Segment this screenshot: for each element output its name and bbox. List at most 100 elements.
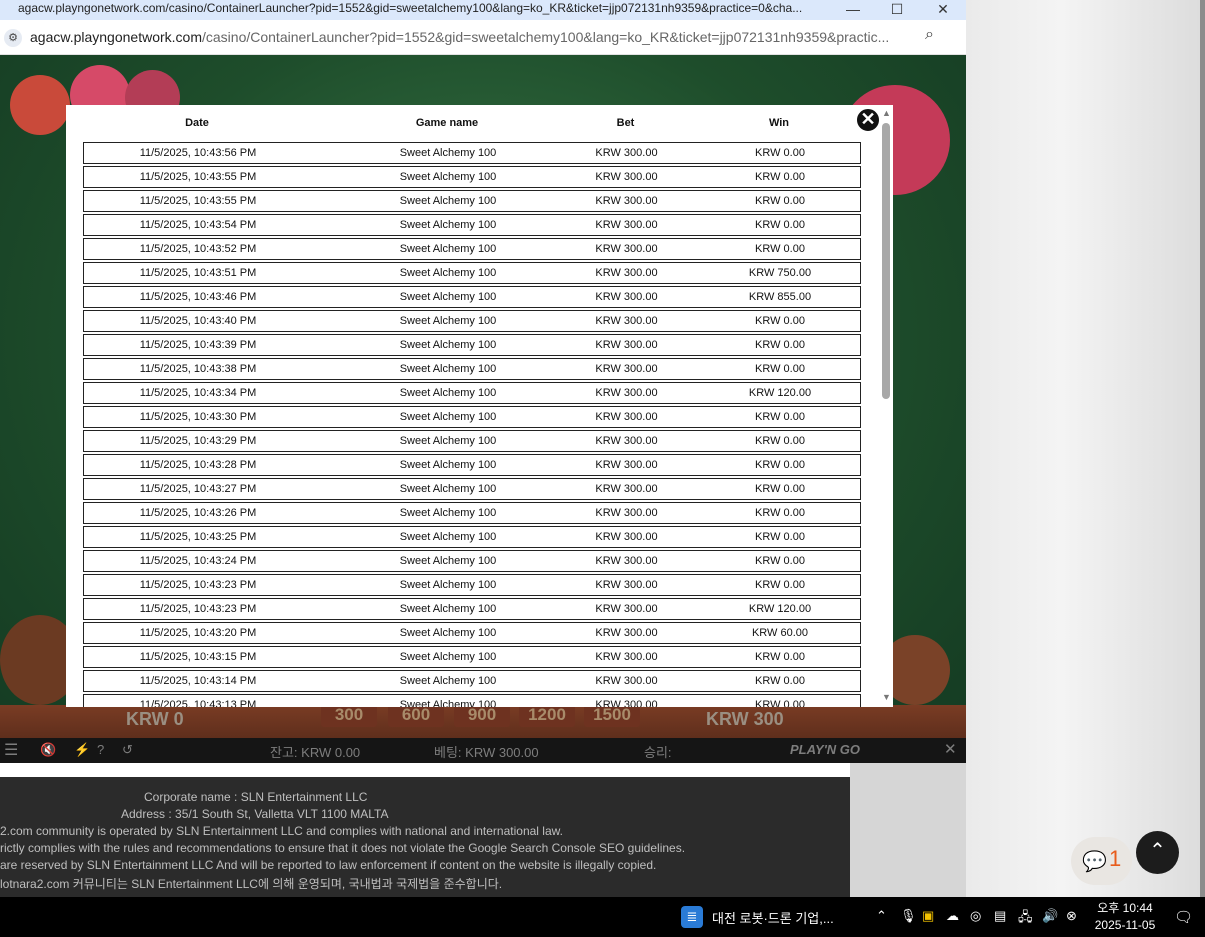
row-bet: KRW 300.00: [595, 579, 658, 591]
modal-scrollbar[interactable]: ▲ ▼: [880, 105, 893, 707]
row-game-name: Sweet Alchemy 100: [399, 363, 497, 375]
steam-icon[interactable]: ◎: [970, 908, 981, 924]
scroll-up-arrow[interactable]: ▲: [882, 108, 891, 118]
row-bet: KRW 300.00: [595, 219, 658, 231]
news-widget-text[interactable]: 대전 로봇·드론 기업,...: [712, 908, 834, 927]
window-titlebar: agacw.playngonetwork.com/casino/Containe…: [0, 0, 966, 20]
table-row: 11/5/2025, 10:43:52 PM Sweet Alchemy 100 K…: [83, 238, 861, 260]
scroll-to-top-button[interactable]: ⌃: [1136, 831, 1179, 874]
bet-option[interactable]: 1200: [519, 705, 575, 727]
header-bet: Bet: [616, 117, 635, 129]
site-footer: Corporate name : SLN Entertainment LLC A…: [0, 777, 850, 897]
table-row: 11/5/2025, 10:43:23 PM Sweet Alchemy 100 K…: [83, 574, 861, 596]
chevron-up-icon[interactable]: ⌃: [876, 908, 887, 924]
row-game-name: Sweet Alchemy 100: [399, 699, 497, 707]
game-close-button[interactable]: ✕: [944, 740, 957, 758]
app-tray-icon[interactable]: ▤: [994, 908, 1006, 924]
window-close-button[interactable]: ✕: [920, 0, 966, 20]
chat-icon: 💬: [1082, 851, 1107, 873]
zoom-icon[interactable]: ⌕: [925, 26, 934, 44]
footer-text: rictly complies with the rules and recom…: [0, 841, 686, 855]
row-date: 11/5/2025, 10:43:34 PM: [139, 387, 257, 399]
row-bet: KRW 300.00: [595, 483, 658, 495]
row-win: KRW 0.00: [755, 435, 805, 447]
url-text[interactable]: agacw.playngonetwork.com/casino/Containe…: [30, 29, 915, 45]
microphone-icon[interactable]: 🎙: [900, 908, 917, 924]
row-game-name: Sweet Alchemy 100: [399, 555, 497, 567]
notification-icon[interactable]: 🗨: [1174, 908, 1193, 926]
error-icon[interactable]: ⊗: [1066, 908, 1077, 924]
row-win: KRW 0.00: [755, 579, 805, 591]
row-bet: KRW 300.00: [595, 675, 658, 687]
row-bet: KRW 300.00: [595, 243, 658, 255]
row-date: 11/5/2025, 10:43:24 PM: [139, 555, 257, 567]
footer-address: Address : 35/1 South St, Valletta VLT 11…: [121, 807, 389, 821]
row-bet: KRW 300.00: [595, 651, 658, 663]
game-status-bar: ☰ 🔇 ⚡ ? ↺ 잔고: KRW 0.00 베팅: KRW 300.00 승리…: [0, 738, 966, 763]
row-date: 11/5/2025, 10:43:14 PM: [139, 675, 257, 687]
network-icon[interactable]: 🖧: [1018, 908, 1033, 930]
row-date: 11/5/2025, 10:43:55 PM: [139, 195, 257, 207]
row-game-name: Sweet Alchemy 100: [399, 147, 497, 159]
row-game-name: Sweet Alchemy 100: [399, 459, 497, 471]
header-game-name: Game name: [415, 117, 479, 129]
row-bet: KRW 300.00: [595, 459, 658, 471]
volume-icon[interactable]: 🔊: [1042, 908, 1058, 924]
row-win: KRW 0.00: [755, 243, 805, 255]
row-win: KRW 120.00: [748, 387, 812, 399]
row-date: 11/5/2025, 10:43:30 PM: [139, 411, 257, 423]
clock[interactable]: 오후 10:44 2025-11-05: [1090, 900, 1160, 934]
row-game-name: Sweet Alchemy 100: [399, 411, 497, 423]
table-row: 11/5/2025, 10:43:56 PM Sweet Alchemy 100 K…: [83, 142, 861, 164]
row-date: 11/5/2025, 10:43:23 PM: [139, 579, 257, 591]
history-rows: 11/5/2025, 10:43:56 PM Sweet Alchemy 100 K…: [83, 142, 861, 707]
bet-option[interactable]: 1500: [584, 705, 640, 727]
row-bet: KRW 300.00: [595, 195, 658, 207]
address-bar[interactable]: ⚙ agacw.playngonetwork.com/casino/Contai…: [0, 20, 966, 55]
bet-option[interactable]: 900: [454, 705, 510, 727]
row-game-name: Sweet Alchemy 100: [399, 603, 497, 615]
window-title: agacw.playngonetwork.com/casino/Containe…: [18, 1, 803, 15]
row-date: 11/5/2025, 10:43:25 PM: [139, 531, 257, 543]
table-row: 11/5/2025, 10:43:24 PM Sweet Alchemy 100 K…: [83, 550, 861, 572]
window-edge: [1200, 0, 1205, 897]
header-date: Date: [185, 117, 209, 129]
row-win: KRW 0.00: [755, 147, 805, 159]
row-game-name: Sweet Alchemy 100: [399, 579, 497, 591]
news-icon[interactable]: ≣: [681, 906, 703, 928]
footer-text: lotnara2.com 커뮤니티는 SLN Entertainment LLC…: [0, 877, 503, 891]
table-row: 11/5/2025, 10:43:34 PM Sweet Alchemy 100 K…: [83, 382, 861, 404]
help-icon[interactable]: ?: [97, 742, 104, 757]
row-win: KRW 120.00: [748, 603, 812, 615]
row-date: 11/5/2025, 10:43:54 PM: [139, 219, 257, 231]
row-win: KRW 0.00: [755, 339, 805, 351]
maximize-button[interactable]: ☐: [874, 0, 920, 20]
win-amount: KRW 0: [126, 709, 184, 729]
scroll-thumb[interactable]: [882, 123, 890, 399]
footer-text: 2.com community is operated by SLN Enter…: [0, 824, 563, 838]
cloud-icon[interactable]: ☁: [946, 908, 959, 924]
table-row: 11/5/2025, 10:43:26 PM Sweet Alchemy 100 K…: [83, 502, 861, 524]
taskbar: ≣ 대전 로봇·드론 기업,... ⌃ 🎙 ▣ ☁ ◎ ▤ 🖧 🔊 ⊗ 오후 1…: [0, 897, 1205, 937]
kakaotalk-icon[interactable]: ▣: [922, 908, 934, 924]
row-date: 11/5/2025, 10:43:51 PM: [139, 267, 257, 279]
row-win: KRW 0.00: [755, 219, 805, 231]
bet-option[interactable]: 600: [388, 705, 444, 727]
row-date: 11/5/2025, 10:43:52 PM: [139, 243, 257, 255]
menu-icon[interactable]: ☰: [4, 740, 18, 760]
mute-icon[interactable]: 🔇: [40, 742, 56, 758]
row-date: 11/5/2025, 10:43:40 PM: [139, 315, 257, 327]
history-icon[interactable]: ↺: [122, 742, 133, 758]
turbo-icon[interactable]: ⚡: [74, 742, 90, 758]
site-settings-icon[interactable]: ⚙: [4, 29, 22, 47]
minimize-button[interactable]: —: [830, 0, 876, 20]
balance-text: 잔고: KRW 0.00: [270, 745, 361, 760]
bet-option[interactable]: 300: [321, 705, 377, 727]
chat-button[interactable]: 💬 1: [1071, 837, 1132, 885]
scroll-down-arrow[interactable]: ▼: [882, 692, 891, 702]
row-game-name: Sweet Alchemy 100: [399, 387, 497, 399]
history-table-header: Date Game name Bet Win: [66, 105, 876, 141]
desktop-background: [966, 0, 1205, 897]
close-modal-button[interactable]: ✕: [855, 107, 881, 133]
row-date: 11/5/2025, 10:43:13 PM: [139, 699, 257, 707]
